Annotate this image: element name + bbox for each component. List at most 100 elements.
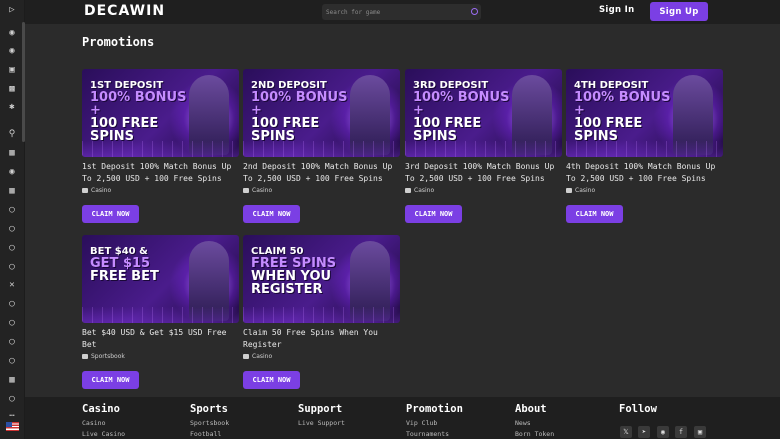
promo-title: 4th Deposit 100% Match Bonus Up To 2,500… (566, 162, 716, 183)
claim-now-button[interactable]: CLAIM NOW (82, 205, 139, 223)
footer-link[interactable]: Vip Club (406, 419, 463, 427)
footer-heading: About (515, 403, 547, 415)
promo-banner[interactable]: 4TH DEPOSIT 100% BONUS +100 FREE SPINS (566, 69, 723, 157)
ball-icon[interactable]: ◯ (5, 298, 19, 310)
footer-col-about: About News Born Token (515, 403, 554, 438)
top-bar: DECAWIN Sign In Sign Up (25, 0, 780, 24)
banner-text: 4TH DEPOSIT 100% BONUS +100 FREE SPINS (574, 81, 679, 144)
promo-title: Claim 50 Free Spins When You Register (243, 328, 378, 349)
football-icon[interactable]: ◯ (5, 223, 19, 235)
handball-icon[interactable]: ▦ (5, 374, 19, 386)
cricket-icon[interactable]: ◯ (5, 355, 19, 367)
bulldog-icon[interactable]: ◉ (5, 45, 19, 57)
banner-line: SPINS (90, 129, 134, 144)
search-icon[interactable] (471, 8, 478, 15)
folder-icon (82, 354, 88, 359)
footer-col-casino: Casino Casino Live Casino (82, 403, 125, 438)
promo-category-label: Casino (91, 187, 112, 194)
promo-banner[interactable]: 1ST DEPOSIT 100% BONUS +100 FREE SPINS (82, 69, 239, 157)
hockey-icon[interactable]: ✕ (5, 279, 19, 291)
rugby-icon[interactable]: ◯ (5, 393, 19, 405)
promo-banner[interactable]: 2ND DEPOSIT 100% BONUS +100 FREE SPINS (243, 69, 400, 157)
promo-banner[interactable]: 3RD DEPOSIT 100% BONUS +100 FREE SPINS (405, 69, 562, 157)
promo-card: CLAIM 50 FREE SPINS WHEN YOU REGISTER Claim … (243, 235, 401, 360)
volleyball-icon[interactable]: ◯ (5, 261, 19, 273)
footer-link[interactable]: Casino (82, 419, 125, 427)
promo-title: 3rd Deposit 100% Match Bonus Up To 2,500… (405, 162, 555, 183)
footer-link[interactable]: News (515, 419, 554, 427)
x-icon[interactable]: 𝕏 (620, 426, 632, 438)
folder-icon (243, 188, 249, 193)
basketball-icon[interactable]: ◉ (5, 27, 19, 39)
banner-text: 2ND DEPOSIT 100% BONUS +100 FREE SPINS (251, 81, 356, 144)
claim-now-button[interactable]: CLAIM NOW (405, 205, 462, 223)
promo-category: Casino (405, 187, 563, 194)
promo-banner[interactable]: BET $40 & GET $15 FREE BET (82, 235, 239, 323)
footer-heading: Promotion (406, 403, 463, 415)
promo-title: 1st Deposit 100% Match Bonus Up To 2,500… (82, 162, 232, 183)
discord-icon[interactable]: ◉ (657, 426, 669, 438)
claim-now-button[interactable]: CLAIM NOW (82, 371, 139, 389)
gamepad-icon[interactable]: ▣ (5, 64, 19, 76)
promo-card: 3RD DEPOSIT 100% BONUS +100 FREE SPINS 3rd … (405, 69, 563, 194)
instagram-icon[interactable]: ▣ (694, 426, 706, 438)
promo-category-label: Casino (414, 187, 435, 194)
claim-now-button[interactable]: CLAIM NOW (243, 371, 300, 389)
promo-category: Casino (243, 353, 401, 360)
sidebar-scrollbar[interactable] (22, 22, 25, 142)
promo-category-label: Sportsbook (91, 353, 125, 360)
promo-card: 1ST DEPOSIT 100% BONUS +100 FREE SPINS 1st … (82, 69, 240, 194)
sign-in-button[interactable]: Sign In (599, 5, 634, 15)
footer-heading: Support (298, 403, 343, 415)
banner-text: 3RD DEPOSIT 100% BONUS +100 FREE SPINS (413, 81, 518, 144)
sign-up-button[interactable]: Sign Up (650, 2, 708, 21)
promo-category: Casino (566, 187, 724, 194)
footer-col-promotion: Promotion Vip Club Tournaments (406, 403, 463, 438)
soccer-icon[interactable]: ◯ (5, 204, 19, 216)
footer-heading: Sports (190, 403, 228, 415)
us-flag-icon[interactable] (6, 422, 19, 431)
logo[interactable]: DECAWIN (84, 3, 165, 19)
banner-line: SPINS (251, 129, 295, 144)
promo-category: Sportsbook (82, 353, 240, 360)
expand-icon[interactable]: ▷ (5, 4, 19, 16)
footer-link[interactable]: Sportsbook (190, 419, 229, 427)
banner-line: 100% BONUS + (574, 90, 671, 118)
trophy-icon[interactable]: ⚲ (5, 128, 19, 140)
footer-link[interactable]: Born Token (515, 430, 554, 438)
banner-floor (243, 307, 400, 323)
promo-card: 4TH DEPOSIT 100% BONUS +100 FREE SPINS 4th … (566, 69, 724, 194)
promo-banner[interactable]: CLAIM 50 FREE SPINS WHEN YOU REGISTER (243, 235, 400, 323)
gift-icon[interactable]: ▩ (5, 83, 19, 95)
footer-link[interactable]: Live Casino (82, 430, 125, 438)
baseball-icon[interactable]: ◯ (5, 242, 19, 254)
spark-icon[interactable]: ✱ (5, 101, 19, 113)
banner-text: 1ST DEPOSIT 100% BONUS +100 FREE SPINS (90, 81, 195, 144)
footer-col-support: Support Live Support (298, 403, 345, 427)
tennis-icon[interactable]: ◯ (5, 317, 19, 329)
more-icon[interactable]: … (5, 408, 19, 420)
sidebar: ▷ ◉ ◉ ▣ ▩ ✱ ⚲ ▦ ◉ ▦ ◯ ◯ ◯ ◯ ✕ ◯ ◯ ◯ ◯ ▦ … (0, 0, 25, 439)
telegram-icon[interactable]: ➤ (638, 426, 650, 438)
footer-link[interactable]: Live Support (298, 419, 345, 427)
calendar-icon[interactable]: ▦ (5, 147, 19, 159)
boxing-icon[interactable]: ◉ (5, 166, 19, 178)
banner-line: 100% BONUS + (251, 90, 348, 118)
search-input[interactable] (322, 4, 481, 20)
footer-link[interactable]: Tournaments (406, 430, 463, 438)
folder-icon (405, 188, 411, 193)
promo-category: Casino (82, 187, 240, 194)
banner-line: REGISTER (251, 282, 323, 297)
footer-link[interactable]: Football (190, 430, 229, 438)
claim-now-button[interactable]: CLAIM NOW (566, 205, 623, 223)
promo-category-label: Casino (252, 353, 273, 360)
pingpong-icon[interactable]: ◯ (5, 336, 19, 348)
banner-line: FREE BET (90, 269, 159, 284)
promo-title: Bet $40 USD & Get $15 USD Free Bet (82, 328, 227, 349)
facebook-icon[interactable]: f (675, 426, 687, 438)
claim-now-button[interactable]: CLAIM NOW (243, 205, 300, 223)
fire-icon[interactable]: ▦ (5, 185, 19, 197)
promo-category-label: Casino (575, 187, 596, 194)
footer-col-follow: Follow (619, 403, 657, 415)
banner-text: BET $40 & GET $15 FREE BET (90, 247, 195, 284)
